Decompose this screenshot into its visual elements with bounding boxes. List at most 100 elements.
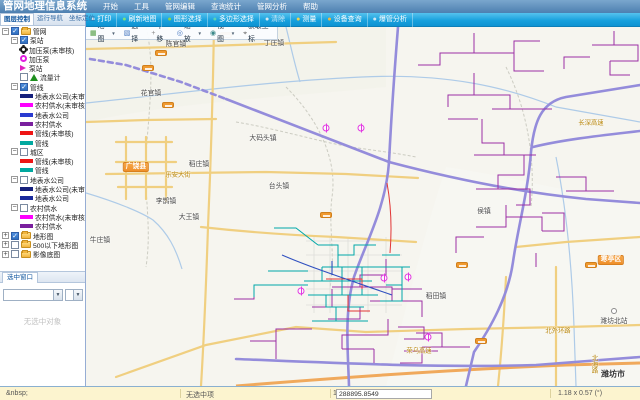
layer-checkbox[interactable]: ✓ [11, 27, 19, 35]
collapse-icon[interactable]: − [11, 37, 18, 44]
tree-row[interactable]: 地表水公司(未审核) [0, 91, 85, 100]
expand-icon[interactable]: + [2, 232, 9, 239]
tree-row[interactable]: 管线 [0, 165, 85, 174]
tree-row[interactable]: 加压泵(未审核) [0, 45, 85, 54]
menu-item-管网分析[interactable]: 管网分析 [249, 0, 295, 13]
menu-item-管网编辑[interactable]: 管网编辑 [157, 0, 203, 13]
pump-station-marker[interactable] [425, 334, 432, 341]
menu-item-查询统计[interactable]: 查询统计 [203, 0, 249, 13]
map-tool-视图[interactable]: ◉视图▼ [206, 27, 239, 40]
line-legend-swatch [20, 131, 33, 135]
folder-icon [21, 232, 31, 239]
tree-row[interactable]: 流量计 [0, 72, 85, 81]
tree-row[interactable]: + 影像底图 [0, 249, 85, 258]
map-label-长深高速: 长深高速 [578, 118, 603, 127]
tree-row[interactable]: 管线(未审核) [0, 128, 85, 137]
toolbar-button-清除[interactable]: ●清除 [260, 13, 291, 27]
map-tool-选择[interactable]: ▧选择 [120, 27, 148, 40]
collapse-icon[interactable]: − [2, 28, 9, 35]
toolbar-button-设备查询[interactable]: ●设备查询 [322, 13, 367, 27]
layer-checkbox[interactable]: ✓ [20, 83, 28, 91]
map-tool-label: 视图 [217, 27, 229, 46]
scale-input[interactable] [336, 389, 432, 399]
sidebar-tab-坐标定位[interactable]: 坐标定位 [66, 13, 98, 25]
tree-row[interactable]: −✓泵站 [0, 35, 85, 44]
layer-checkbox[interactable] [20, 204, 28, 212]
toolbar-button-爆管分析[interactable]: ●爆管分析 [368, 13, 413, 27]
tree-row[interactable]: 农村供水(未审核) [0, 100, 85, 109]
tree-row[interactable]: 泵站 [0, 63, 85, 72]
collapse-icon[interactable]: − [11, 204, 18, 211]
tree-row[interactable]: 农村供水(未审核) [0, 212, 85, 221]
tree-row[interactable]: −城区 [0, 147, 85, 156]
pump-station-marker[interactable] [381, 275, 388, 282]
tree-row[interactable]: 加压泵 [0, 54, 85, 63]
tree-row[interactable]: 农村供水 [0, 221, 85, 230]
tree-row[interactable]: 地表水公司 [0, 193, 85, 202]
layer-checkbox[interactable]: ✓ [20, 36, 28, 44]
map-label-潍坊北站: 潍坊北站 [600, 315, 627, 325]
toolbar-button-多边形选择[interactable]: ●多边形选择 [208, 13, 260, 27]
toolbar-button-label: 设备查询 [334, 13, 362, 27]
line-legend-swatch [20, 187, 33, 191]
tree-row[interactable]: −✓管网 [0, 26, 85, 35]
pump-station-marker[interactable] [358, 125, 365, 132]
toolbar-button-测量[interactable]: ●测量 [291, 13, 322, 27]
map-canvas[interactable]: ▦地图▼▧选择+平移◎缩放▼◉视图▼⌖获取坐标 陈官镇丁庄镇花官镇大码头镇稻庄镇… [86, 27, 640, 386]
pump-station-marker[interactable] [298, 288, 305, 295]
tree-row[interactable]: −✓管线 [0, 82, 85, 91]
tree-row[interactable]: −农村供水 [0, 203, 85, 212]
layer-checkbox[interactable] [20, 176, 28, 184]
sidebar-tab-图层控制[interactable]: 图层控制 [0, 13, 34, 25]
toolbar-button-图形选择[interactable]: ●图形选择 [162, 13, 207, 27]
tree-row[interactable]: +500以下地形图 [0, 240, 85, 249]
collapse-icon[interactable]: − [11, 148, 18, 155]
tree-row[interactable]: 管线 [0, 138, 85, 147]
collapse-icon[interactable]: − [11, 83, 18, 90]
tree-row[interactable]: −地表水公司 [0, 175, 85, 184]
pump-station-marker[interactable] [323, 125, 330, 132]
select-icon: ▧ [124, 27, 131, 40]
line-legend-swatch [20, 196, 33, 200]
line-legend-swatch [20, 113, 33, 117]
map-tool-缩放[interactable]: ◎缩放▼ [173, 27, 206, 40]
layer-tree[interactable]: −✓管网−✓泵站加压泵(未审核)加压泵泵站流量计−✓管线地表水公司(未审核)农村… [0, 26, 85, 271]
chevron-down-icon[interactable]: ▼ [197, 27, 201, 40]
layer-checkbox[interactable] [11, 250, 19, 258]
selection-panel: 选中窗口 ▼ ▼ 无选中对象 [0, 271, 85, 386]
menu-item-开始[interactable]: 开始 [95, 0, 126, 13]
map-tool-平移[interactable]: +平移 [147, 27, 172, 40]
selection-dropdown[interactable]: ▼ [3, 289, 63, 301]
menu-item-工具[interactable]: 工具 [126, 0, 157, 13]
chevron-down-icon[interactable]: ▼ [73, 290, 82, 300]
chevron-down-icon[interactable]: ▼ [53, 290, 62, 300]
tree-row[interactable]: 地表水公司 [0, 110, 85, 119]
toolbar-button-刷新地图[interactable]: ●刷新地图 [117, 13, 162, 27]
menu-item-帮助[interactable]: 帮助 [295, 0, 326, 13]
sidebar-tab-运行导航[interactable]: 运行导航 [34, 13, 66, 25]
layer-checkbox[interactable] [20, 148, 28, 156]
map-label-台头镇: 台头镇 [269, 180, 289, 190]
tree-row[interactable]: 农村供水 [0, 119, 85, 128]
tab-selection-window[interactable]: 选中窗口 [2, 272, 38, 283]
map-label-荣乌高速: 荣乌高速 [406, 346, 431, 355]
layer-checkbox[interactable] [20, 73, 28, 81]
tree-label: 影像底图 [33, 249, 60, 259]
pump-station-marker[interactable] [405, 274, 412, 281]
tree-row[interactable]: 地表水公司(未审核) [0, 184, 85, 193]
map-label-大码头镇: 大码头镇 [249, 132, 276, 142]
chevron-down-icon[interactable]: ▼ [231, 27, 235, 40]
tree-row[interactable]: 管线(未审核) [0, 156, 85, 165]
chevron-down-icon[interactable]: ▼ [111, 27, 115, 40]
tree-row[interactable]: +✓地形图 [0, 231, 85, 240]
map-tool-地图[interactable]: ▦地图▼ [86, 27, 120, 40]
selection-count-dropdown[interactable]: ▼ [65, 289, 83, 301]
gear-pump-icon [20, 46, 27, 53]
expand-icon[interactable]: + [2, 241, 9, 248]
collapse-icon[interactable]: − [11, 176, 18, 183]
layer-checkbox[interactable]: ✓ [11, 232, 19, 240]
map-tool-获取坐标[interactable]: ⌖获取坐标 [239, 27, 277, 40]
expand-icon[interactable]: + [2, 251, 9, 258]
road-number-badge [585, 262, 597, 268]
layer-checkbox[interactable] [11, 241, 19, 249]
